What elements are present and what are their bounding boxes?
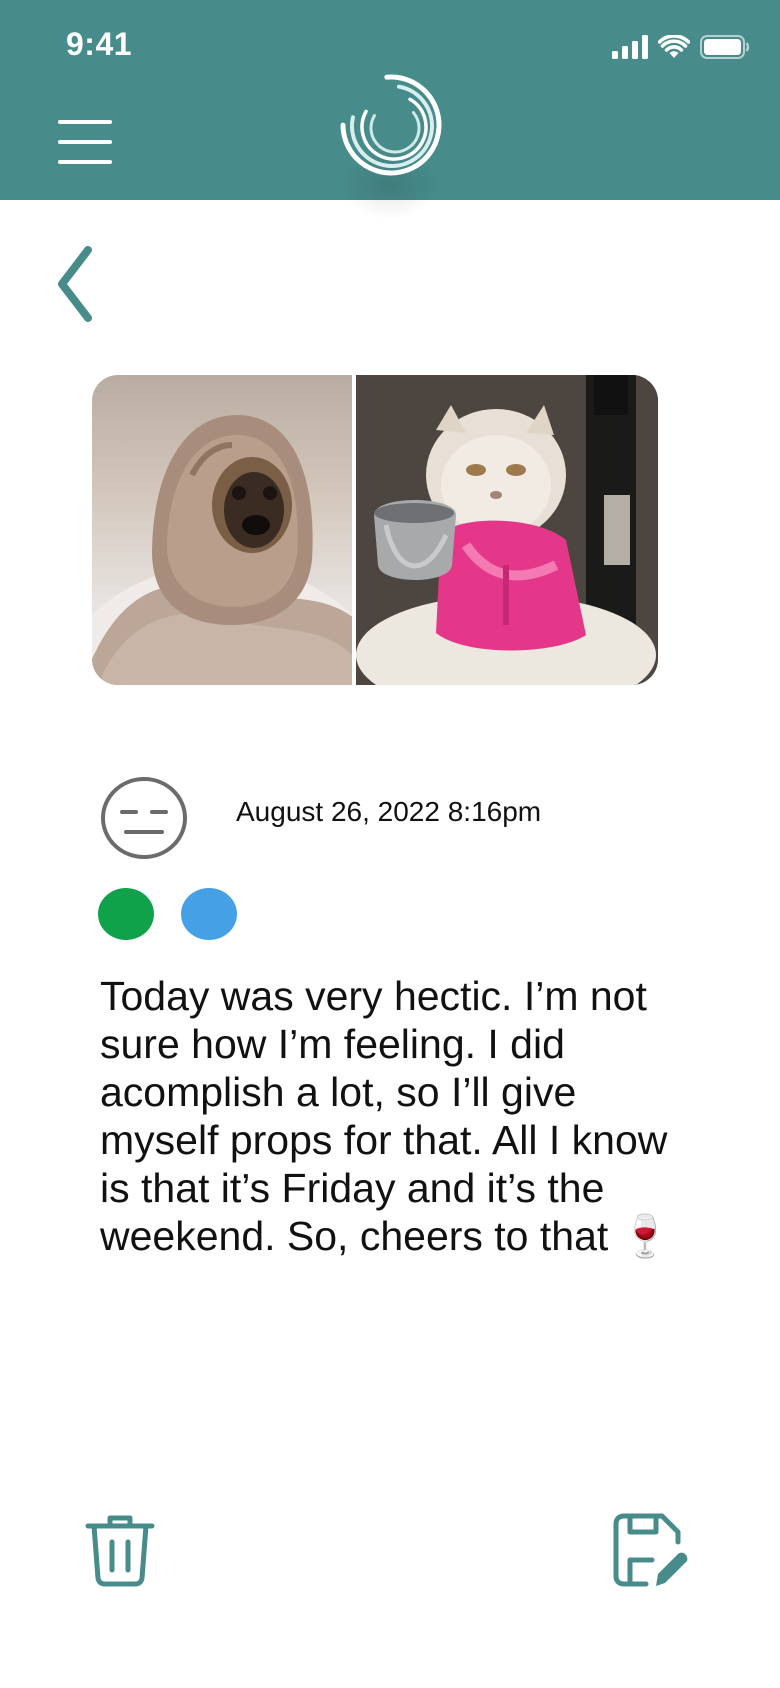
photo-pug-in-blanket[interactable] [92,375,352,685]
tag-dot-blue[interactable] [181,888,237,940]
wifi-icon [658,35,690,58]
delete-button[interactable] [84,1512,156,1588]
save-button[interactable] [612,1512,688,1588]
app-header: 9:41 [0,0,780,220]
chevron-left-icon [58,246,92,322]
hamburger-line [58,140,112,144]
entry-date: August 26, 2022 8:16pm [236,796,542,827]
signal-icon [612,35,648,59]
status-icons [612,30,750,64]
hamburger-line [58,160,112,164]
cat-illustration [356,375,658,685]
status-time: 9:41 [66,26,133,62]
entry-text: Today was very hectic. I’m not sure how … [100,973,671,1259]
back-button[interactable] [52,244,102,324]
tag-dot-green[interactable] [98,888,154,940]
pug-illustration [92,415,352,685]
app-logo-swirl-icon [340,74,442,176]
neutral-face-icon [101,777,187,859]
photo-cat-in-robe[interactable] [356,375,658,685]
battery-icon [700,35,750,59]
photo-gallery[interactable] [92,375,658,685]
trash-icon [85,1515,155,1587]
hamburger-menu-icon [58,120,112,124]
menu-button[interactable] [58,120,112,166]
